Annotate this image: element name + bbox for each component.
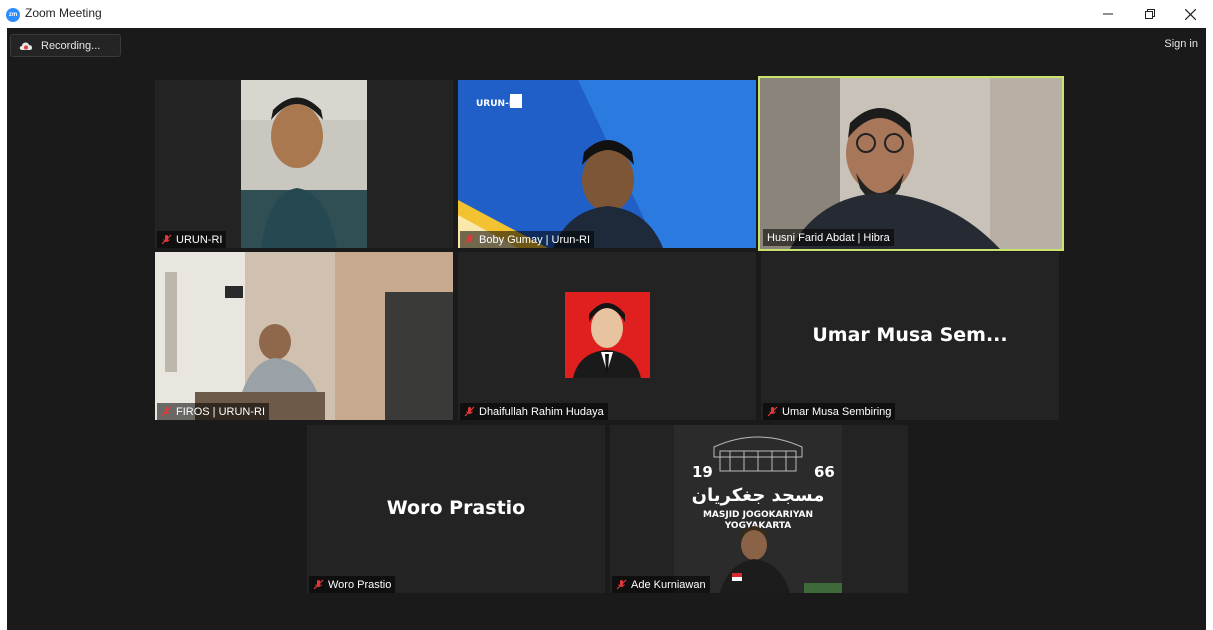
participant-name: URUN-RI — [176, 233, 223, 246]
window-title: Zoom Meeting — [25, 6, 102, 20]
participant-tile[interactable]: Woro Prastio Woro Prastio — [307, 425, 605, 593]
mic-muted-icon — [767, 406, 778, 417]
background-year-left: 19 — [692, 463, 713, 481]
participant-tile-active-speaker[interactable]: Husni Farid Abdat | Hibra — [758, 76, 1064, 251]
participant-name-label: Woro Prastio — [309, 576, 396, 593]
background-line1: MASJID JOGOKARIYAN — [703, 510, 813, 520]
participant-video — [241, 80, 367, 248]
close-button[interactable] — [1170, 0, 1210, 28]
participant-name-label: URUN-RI — [157, 231, 227, 248]
participant-name-label: Ade Kurniawan — [612, 576, 710, 593]
mic-muted-icon — [313, 579, 324, 590]
participant-name: Dhaifullah Rahim Hudaya — [479, 405, 604, 418]
participant-tile[interactable]: Dhaifullah Rahim Hudaya — [458, 252, 756, 420]
participant-name: Woro Prastio — [328, 578, 392, 591]
participant-video: URUN-RI — [458, 80, 756, 248]
participant-name-label: Dhaifullah Rahim Hudaya — [460, 403, 608, 420]
mic-muted-icon — [464, 406, 475, 417]
participant-name-label: FIROS | URUN-RI — [157, 403, 270, 420]
recording-label: Recording... — [41, 39, 101, 52]
sign-in-button[interactable]: Sign in — [1164, 38, 1198, 50]
participant-name: Boby Gumay | Urun-RI — [479, 233, 591, 246]
close-icon — [1184, 8, 1196, 20]
cloud-recording-icon — [19, 41, 33, 50]
recording-button[interactable]: Recording... — [10, 34, 121, 57]
participant-tile[interactable]: FIROS | URUN-RI — [155, 252, 453, 420]
meeting-area: Recording... Sign in URUN-RI URUN-RI Bob… — [7, 28, 1206, 630]
participant-video: 19 66 مسجد جغكريان MASJID JOGOKARIYAN YO… — [674, 425, 842, 593]
participant-tile[interactable]: URUN-RI Boby Gumay | Urun-RI — [458, 80, 756, 248]
mic-muted-icon — [161, 234, 172, 245]
participant-name: FIROS | URUN-RI — [176, 405, 266, 418]
participant-tile[interactable]: 19 66 مسجد جغكريان MASJID JOGOKARIYAN YO… — [610, 425, 908, 593]
mic-muted-icon — [464, 234, 475, 245]
restore-icon — [1145, 9, 1155, 19]
participant-photo — [565, 292, 650, 378]
restore-button[interactable] — [1130, 0, 1170, 28]
participant-display-name: Umar Musa Sem... — [812, 324, 1008, 346]
participant-name-label: Umar Musa Sembiring — [763, 403, 896, 420]
participant-tile[interactable]: URUN-RI — [155, 80, 453, 248]
participant-tile[interactable]: Umar Musa Sem... Umar Musa Sembiring — [761, 252, 1059, 420]
background-year-right: 66 — [814, 463, 835, 481]
participant-name-label: Husni Farid Abdat | Hibra — [763, 229, 894, 246]
participant-name-label: Boby Gumay | Urun-RI — [460, 231, 595, 248]
participant-video — [760, 78, 1062, 249]
participant-name: Husni Farid Abdat | Hibra — [767, 231, 890, 244]
participant-display-name: Woro Prastio — [386, 497, 526, 519]
mic-muted-icon — [616, 579, 627, 590]
minimize-button[interactable] — [1088, 0, 1128, 28]
minimize-icon — [1103, 13, 1113, 15]
participant-name: Umar Musa Sembiring — [782, 405, 892, 418]
title-bar: zm Zoom Meeting — [0, 0, 1213, 28]
zoom-app-icon: zm — [6, 8, 20, 22]
participant-name: Ade Kurniawan — [631, 578, 706, 591]
app-icon-text: zm — [8, 12, 18, 18]
mic-muted-icon — [161, 406, 172, 417]
background-arabic-text: مسجد جغكريان — [692, 485, 825, 506]
participant-video — [155, 252, 453, 420]
